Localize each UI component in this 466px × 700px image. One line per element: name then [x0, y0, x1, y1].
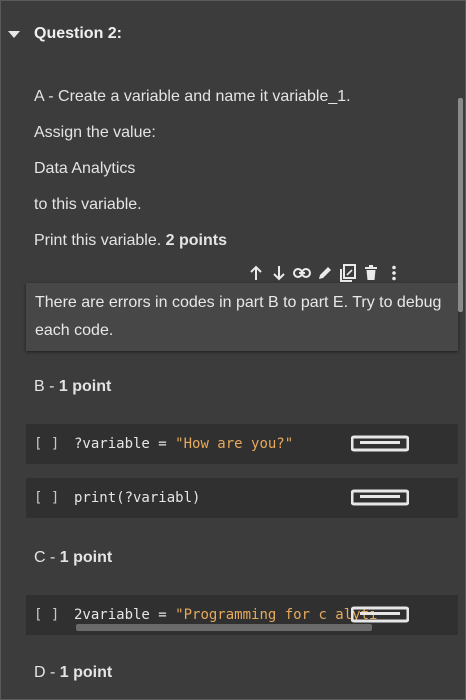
delete-icon[interactable]	[359, 262, 382, 284]
cell-toolbar	[244, 262, 405, 284]
part-b-points: 1 point	[58, 378, 112, 395]
code-cell-b1[interactable]: [ ] ?variable = "How are you?"	[26, 424, 458, 464]
code-statement: print(?variabl)	[74, 490, 201, 506]
collapse-caret-icon[interactable]	[8, 30, 20, 38]
arrow-down-icon[interactable]	[267, 262, 290, 284]
question-title: Question 2:	[34, 25, 123, 42]
part-a-line-3: Data Analytics	[34, 160, 136, 177]
horizontal-scrollbar[interactable]	[76, 624, 372, 631]
part-a-line-2: Assign the value:	[34, 124, 156, 141]
part-a-instruction: Print this variable.	[34, 232, 162, 249]
part-c-prefix: C -	[34, 549, 56, 566]
part-c-points: 1 point	[59, 549, 113, 566]
keyboard-icon	[351, 606, 409, 623]
code-cell-b2[interactable]: [ ] print(?variabl)	[26, 478, 458, 518]
code-text: ?variable = "How are you?"	[74, 436, 293, 452]
run-cell-bracket[interactable]: [ ]	[34, 607, 59, 623]
part-a-line-1: A - Create a variable and name it variab…	[34, 88, 351, 105]
error-note-cell[interactable]: There are errors in codes in part B to p…	[26, 283, 458, 351]
part-d-points: 1 point	[59, 664, 113, 681]
code-text: 2variable = "Programming for c alyti	[74, 607, 377, 623]
part-a-line-5: Print this variable. 2 points	[34, 232, 227, 250]
keyboard-icon	[351, 489, 409, 506]
more-vert-icon[interactable]	[382, 262, 405, 284]
code-statement: ?variable =	[74, 436, 176, 452]
code-string: "How are you?"	[175, 436, 294, 452]
part-b-prefix: B -	[34, 378, 55, 395]
run-cell-bracket[interactable]: [ ]	[34, 490, 59, 506]
code-text: print(?variabl)	[74, 490, 200, 506]
part-d-prefix: D -	[34, 664, 56, 681]
mirror-cell-icon[interactable]	[336, 262, 359, 284]
pencil-icon[interactable]	[313, 262, 336, 284]
part-a-points: 2 points	[165, 232, 227, 249]
code-statement: 2variable =	[74, 607, 176, 623]
run-cell-bracket[interactable]: [ ]	[34, 436, 59, 452]
part-d-heading: D - 1 point	[34, 664, 112, 682]
code-string: "Programming for c alyti	[175, 607, 378, 623]
vertical-scrollbar[interactable]	[458, 98, 463, 312]
arrow-up-icon[interactable]	[244, 262, 267, 284]
question-header[interactable]: Question 2:	[8, 22, 122, 46]
part-b-heading: B - 1 point	[34, 378, 111, 396]
part-c-heading: C - 1 point	[34, 549, 112, 567]
link-icon[interactable]	[290, 262, 313, 284]
keyboard-icon	[351, 435, 409, 452]
part-a-line-4: to this variable.	[34, 196, 142, 213]
error-note-text: There are errors in codes in part B to p…	[35, 294, 442, 339]
